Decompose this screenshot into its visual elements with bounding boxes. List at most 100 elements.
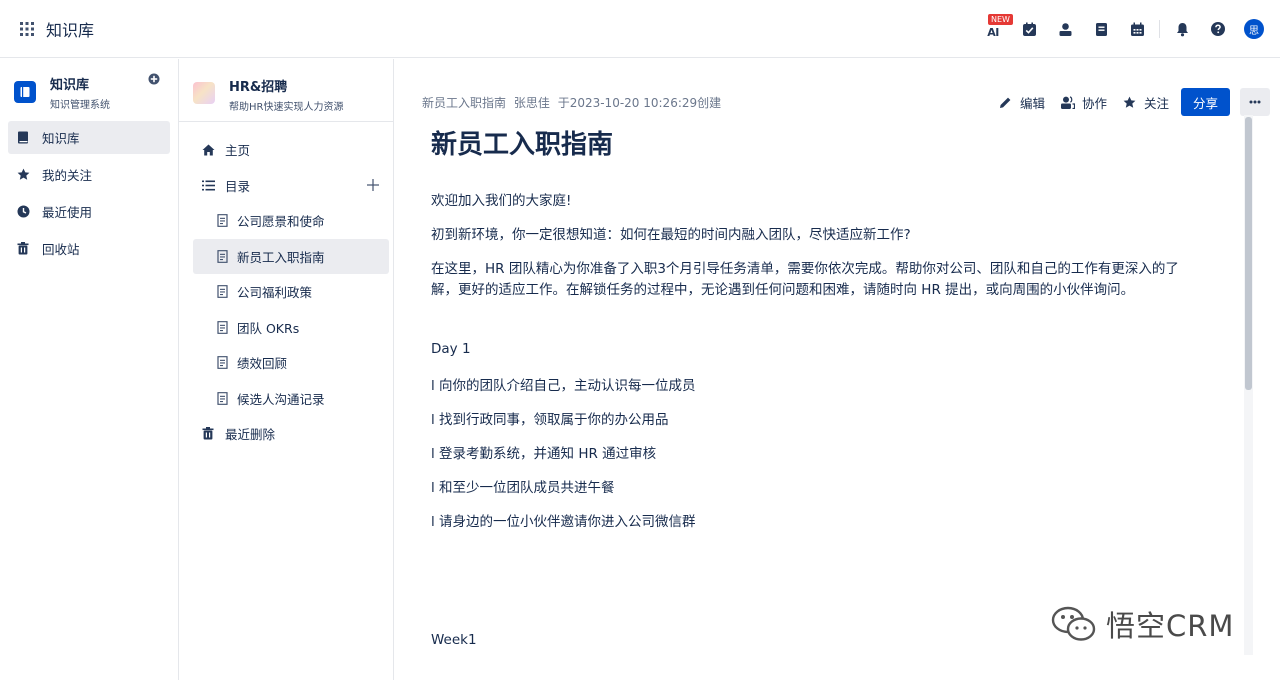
paragraph: 欢迎加入我们的大家庭! bbox=[431, 193, 572, 209]
user-avatar[interactable]: 思 bbox=[1236, 11, 1272, 47]
space-header: 知识库 知识管理系统 bbox=[0, 59, 178, 117]
top-bar: 知识库 NEW AI 思 bbox=[0, 0, 1280, 58]
tree-page-item[interactable]: 候选人沟通记录 bbox=[193, 381, 389, 417]
sidebar-item-trash[interactable]: 回收站 bbox=[8, 232, 170, 265]
left-sidebar: 知识库 知识管理系统 知识库 我的关注 最近使用 回收站 bbox=[0, 59, 179, 680]
tree-page-label: 团队 OKRs bbox=[237, 320, 300, 336]
paragraph: 解，更好的适应工作。在解锁任务的过程中，无论遇到任何问题和困难，请随时向 HR … bbox=[431, 282, 1135, 298]
list-item: l 向你的团队介绍自己，主动认识每一位成员 bbox=[431, 378, 696, 394]
breadcrumb[interactable]: 新员工入职指南 bbox=[422, 96, 506, 110]
vertical-scrollbar[interactable] bbox=[1244, 115, 1253, 655]
list-item: l 请身边的一位小伙伴邀请你进入公司微信群 bbox=[431, 514, 696, 530]
ai-label: AI bbox=[987, 26, 999, 39]
sidebar-item-recent[interactable]: 最近使用 bbox=[8, 195, 170, 228]
main-content: 新员工入职指南 张思佳 于2023-10-20 10:26:29创建 编辑 协作… bbox=[395, 59, 1280, 680]
list-icon bbox=[201, 178, 215, 192]
hr-space-logo bbox=[193, 82, 215, 104]
tree-space-title: HR&招聘 bbox=[229, 80, 288, 95]
tree-page-item[interactable]: 公司福利政策 bbox=[193, 274, 389, 310]
tree-page-item-active[interactable]: 新员工入职指南 bbox=[193, 238, 389, 274]
task-check-icon[interactable] bbox=[1011, 11, 1047, 47]
sidebar-nav: 知识库 我的关注 最近使用 回收站 bbox=[0, 121, 178, 265]
document-body: 新员工入职指南 欢迎加入我们的大家庭! 初到新环境，你一定很想知道：如何在最短的… bbox=[431, 129, 1231, 648]
document-icon[interactable] bbox=[1083, 11, 1119, 47]
trash-icon bbox=[201, 427, 215, 441]
home-icon bbox=[201, 143, 215, 157]
share-button[interactable]: 分享 bbox=[1180, 88, 1230, 116]
page-tree-panel: HR&招聘 帮助HR快速实现人力资源 主页 目录 公司愿景和使命 新员工入职指南… bbox=[179, 59, 394, 680]
page-icon bbox=[215, 320, 229, 334]
page-icon bbox=[215, 285, 229, 299]
page-icon bbox=[215, 214, 229, 228]
sidebar-item-label: 我的关注 bbox=[42, 168, 93, 183]
tree-list: 主页 目录 公司愿景和使命 新员工入职指南 公司福利政策 团队 OKRs 绩效回… bbox=[179, 122, 393, 452]
toolbar-divider bbox=[1159, 20, 1160, 38]
tree-item-recently-deleted[interactable]: 最近删除 bbox=[193, 416, 389, 452]
ai-assistant-button[interactable]: NEW AI bbox=[975, 11, 1013, 47]
edit-button[interactable]: 编辑 bbox=[999, 93, 1045, 112]
tree-page-label: 公司福利政策 bbox=[237, 285, 313, 301]
tree-item-label: 目录 bbox=[225, 178, 251, 194]
app-title: 知识库 bbox=[46, 20, 95, 40]
sidebar-item-following[interactable]: 我的关注 bbox=[8, 158, 170, 191]
tree-header: HR&招聘 帮助HR快速实现人力资源 bbox=[179, 59, 393, 122]
tree-page-label: 绩效回顾 bbox=[237, 356, 288, 372]
book-icon bbox=[16, 131, 30, 145]
page-icon bbox=[215, 391, 229, 405]
page-icon bbox=[215, 356, 229, 370]
tree-item-label: 最近删除 bbox=[225, 427, 276, 443]
scrollbar-thumb[interactable] bbox=[1245, 117, 1252, 390]
list-item: l 登录考勤系统，并通知 HR 通过审核 bbox=[431, 446, 657, 462]
star-icon bbox=[16, 168, 30, 182]
more-options-icon[interactable] bbox=[1240, 88, 1270, 116]
page-icon bbox=[215, 249, 229, 263]
sidebar-item-label: 回收站 bbox=[42, 242, 80, 257]
collaborate-label: 协作 bbox=[1081, 95, 1107, 111]
tree-space-subtitle: 帮助HR快速实现人力资源 bbox=[229, 102, 344, 113]
wechat-logo-icon bbox=[1051, 606, 1096, 641]
created-time: 于2023-10-20 10:26:29创建 bbox=[557, 96, 722, 110]
sidebar-item-knowledge-base[interactable]: 知识库 bbox=[8, 121, 170, 154]
tree-page-item[interactable]: 绩效回顾 bbox=[193, 345, 389, 381]
watermark: 悟空CRM bbox=[1050, 603, 1234, 645]
space-subtitle: 知识管理系统 bbox=[50, 100, 110, 111]
tree-page-label: 候选人沟通记录 bbox=[237, 391, 325, 407]
tree-page-label: 公司愿景和使命 bbox=[237, 214, 325, 230]
sidebar-item-label: 最近使用 bbox=[42, 205, 93, 220]
calendar-icon[interactable] bbox=[1119, 11, 1155, 47]
collaborate-icon bbox=[1060, 95, 1075, 109]
add-circle-icon[interactable] bbox=[148, 73, 162, 87]
space-title: 知识库 bbox=[50, 78, 90, 93]
trash-icon bbox=[16, 242, 30, 256]
tree-item-label: 主页 bbox=[225, 143, 251, 159]
star-icon bbox=[1123, 95, 1137, 109]
help-icon[interactable] bbox=[1200, 11, 1236, 47]
week1-heading: Week1 bbox=[431, 632, 477, 648]
contacts-icon[interactable] bbox=[1047, 11, 1083, 47]
knowledge-base-logo-icon bbox=[14, 81, 36, 103]
clock-icon bbox=[16, 205, 30, 219]
tree-page-label: 新员工入职指南 bbox=[237, 249, 325, 265]
paragraph: 初到新环境，你一定很想知道：如何在最短的时间内融入团队，尽快适应新工作? bbox=[431, 227, 911, 243]
new-badge: NEW bbox=[988, 14, 1013, 25]
list-item: l 和至少一位团队成员共进午餐 bbox=[431, 480, 615, 496]
app-grid-icon[interactable] bbox=[16, 18, 38, 40]
list-item: l 找到行政同事，领取属于你的办公用品 bbox=[431, 412, 669, 428]
bell-icon[interactable] bbox=[1164, 11, 1200, 47]
collaborate-button[interactable]: 协作 bbox=[1060, 93, 1107, 112]
add-page-icon[interactable] bbox=[367, 178, 381, 193]
tree-page-item[interactable]: 团队 OKRs bbox=[193, 310, 389, 346]
top-actions: NEW AI 思 bbox=[975, 0, 1272, 58]
paragraph: 在这里，HR 团队精心为你准备了入职3个月引导任务清单，需要你依次完成。帮助你对… bbox=[431, 261, 1179, 277]
author-name: 张思佳 bbox=[513, 96, 550, 110]
sidebar-item-label: 知识库 bbox=[42, 131, 80, 146]
tree-item-home[interactable]: 主页 bbox=[193, 132, 389, 168]
edit-label: 编辑 bbox=[1019, 95, 1045, 111]
page-title: 新员工入职指南 bbox=[431, 130, 614, 160]
page-actions: 编辑 协作 关注 分享 bbox=[983, 88, 1270, 116]
avatar: 思 bbox=[1244, 19, 1264, 39]
tree-item-toc[interactable]: 目录 bbox=[193, 168, 389, 204]
follow-label: 关注 bbox=[1143, 95, 1169, 111]
tree-page-item[interactable]: 公司愿景和使命 bbox=[193, 203, 389, 239]
follow-button[interactable]: 关注 bbox=[1123, 93, 1169, 112]
